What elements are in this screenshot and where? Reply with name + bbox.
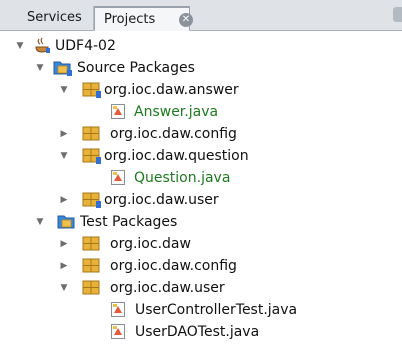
file-label: UserControllerTest.java — [135, 302, 298, 318]
tree-row-file-user-controller-test[interactable]: UserControllerTest.java — [0, 299, 402, 321]
tree-row-source-packages[interactable]: ▼ Source Packages — [0, 57, 402, 79]
tree-row-project[interactable]: ▼ UDF4-02 — [0, 35, 402, 57]
tab-services[interactable]: Services — [0, 6, 94, 31]
tab-services-label: Services — [27, 10, 82, 25]
tree-row-file-question[interactable]: Question.java — [0, 167, 402, 189]
project-icon — [33, 37, 51, 54]
package-label: org.ioc.daw.answer — [104, 82, 239, 98]
expanded-arrow-icon[interactable]: ▼ — [58, 145, 70, 167]
tab-projects-label: Projects — [104, 12, 156, 27]
collapsed-arrow-icon[interactable]: ▶ — [58, 123, 70, 145]
expanded-arrow-icon[interactable]: ▼ — [34, 57, 46, 79]
project-tree: ▼ UDF4-02 ▼ Source Packages ▼ org.ioc.da… — [0, 31, 402, 340]
project-name: UDF4-02 — [55, 38, 116, 54]
java-file-icon — [110, 103, 128, 120]
expanded-arrow-icon[interactable]: ▼ — [58, 277, 70, 299]
tree-row-package-user[interactable]: ▶ org.ioc.daw.user — [0, 189, 402, 211]
file-label: UserDAOTest.java — [135, 324, 260, 340]
tree-row-package-answer[interactable]: ▼ org.ioc.daw.answer — [0, 79, 402, 101]
package-label: org.ioc.daw.user — [110, 280, 225, 296]
expanded-arrow-icon[interactable]: ▼ — [58, 79, 70, 101]
test-folder-icon — [57, 213, 75, 230]
expanded-arrow-icon[interactable]: ▼ — [34, 211, 46, 233]
collapsed-arrow-icon[interactable]: ▶ — [58, 189, 70, 211]
package-icon — [82, 125, 100, 142]
package-label: org.ioc.daw.config — [110, 126, 237, 142]
file-label: Question.java — [134, 170, 231, 186]
java-file-icon — [110, 169, 128, 186]
tree-row-package-config[interactable]: ▶ org.ioc.daw.config — [0, 123, 402, 145]
package-label: org.ioc.daw.user — [104, 192, 219, 208]
source-packages-label: Source Packages — [77, 60, 195, 76]
file-label: Answer.java — [134, 104, 219, 120]
package-icon — [82, 81, 101, 98]
tree-row-test-package-config[interactable]: ▶ org.ioc.daw.config — [0, 255, 402, 277]
close-icon[interactable]: ✕ — [179, 13, 193, 27]
java-file-icon — [110, 301, 128, 318]
package-icon — [82, 257, 100, 274]
source-folder-icon — [53, 59, 72, 76]
package-icon — [82, 191, 101, 208]
package-label: org.ioc.daw — [110, 236, 191, 252]
tab-projects[interactable]: Projects ✕ — [94, 6, 193, 31]
collapsed-arrow-icon[interactable]: ▶ — [58, 255, 70, 277]
tree-row-test-package-user[interactable]: ▼ org.ioc.daw.user — [0, 277, 402, 299]
tree-row-file-user-dao-test[interactable]: UserDAOTest.java — [0, 321, 402, 343]
package-label: org.ioc.daw.question — [104, 148, 249, 164]
panel-corner-button[interactable] — [393, 7, 402, 22]
panel-tab-bar: Services Projects ✕ — [0, 0, 402, 31]
java-file-icon — [110, 323, 128, 340]
package-label: org.ioc.daw.config — [110, 258, 237, 274]
package-icon — [82, 235, 100, 252]
tree-row-package-question[interactable]: ▼ org.ioc.daw.question — [0, 145, 402, 167]
package-icon — [82, 279, 100, 296]
expanded-arrow-icon[interactable]: ▼ — [14, 35, 26, 57]
tree-row-test-package-daw[interactable]: ▶ org.ioc.daw — [0, 233, 402, 255]
tree-row-file-answer[interactable]: Answer.java — [0, 101, 402, 123]
collapsed-arrow-icon[interactable]: ▶ — [58, 233, 70, 255]
test-packages-label: Test Packages — [80, 214, 178, 230]
tree-row-test-packages[interactable]: ▼ Test Packages — [0, 211, 402, 233]
package-icon — [82, 147, 101, 164]
